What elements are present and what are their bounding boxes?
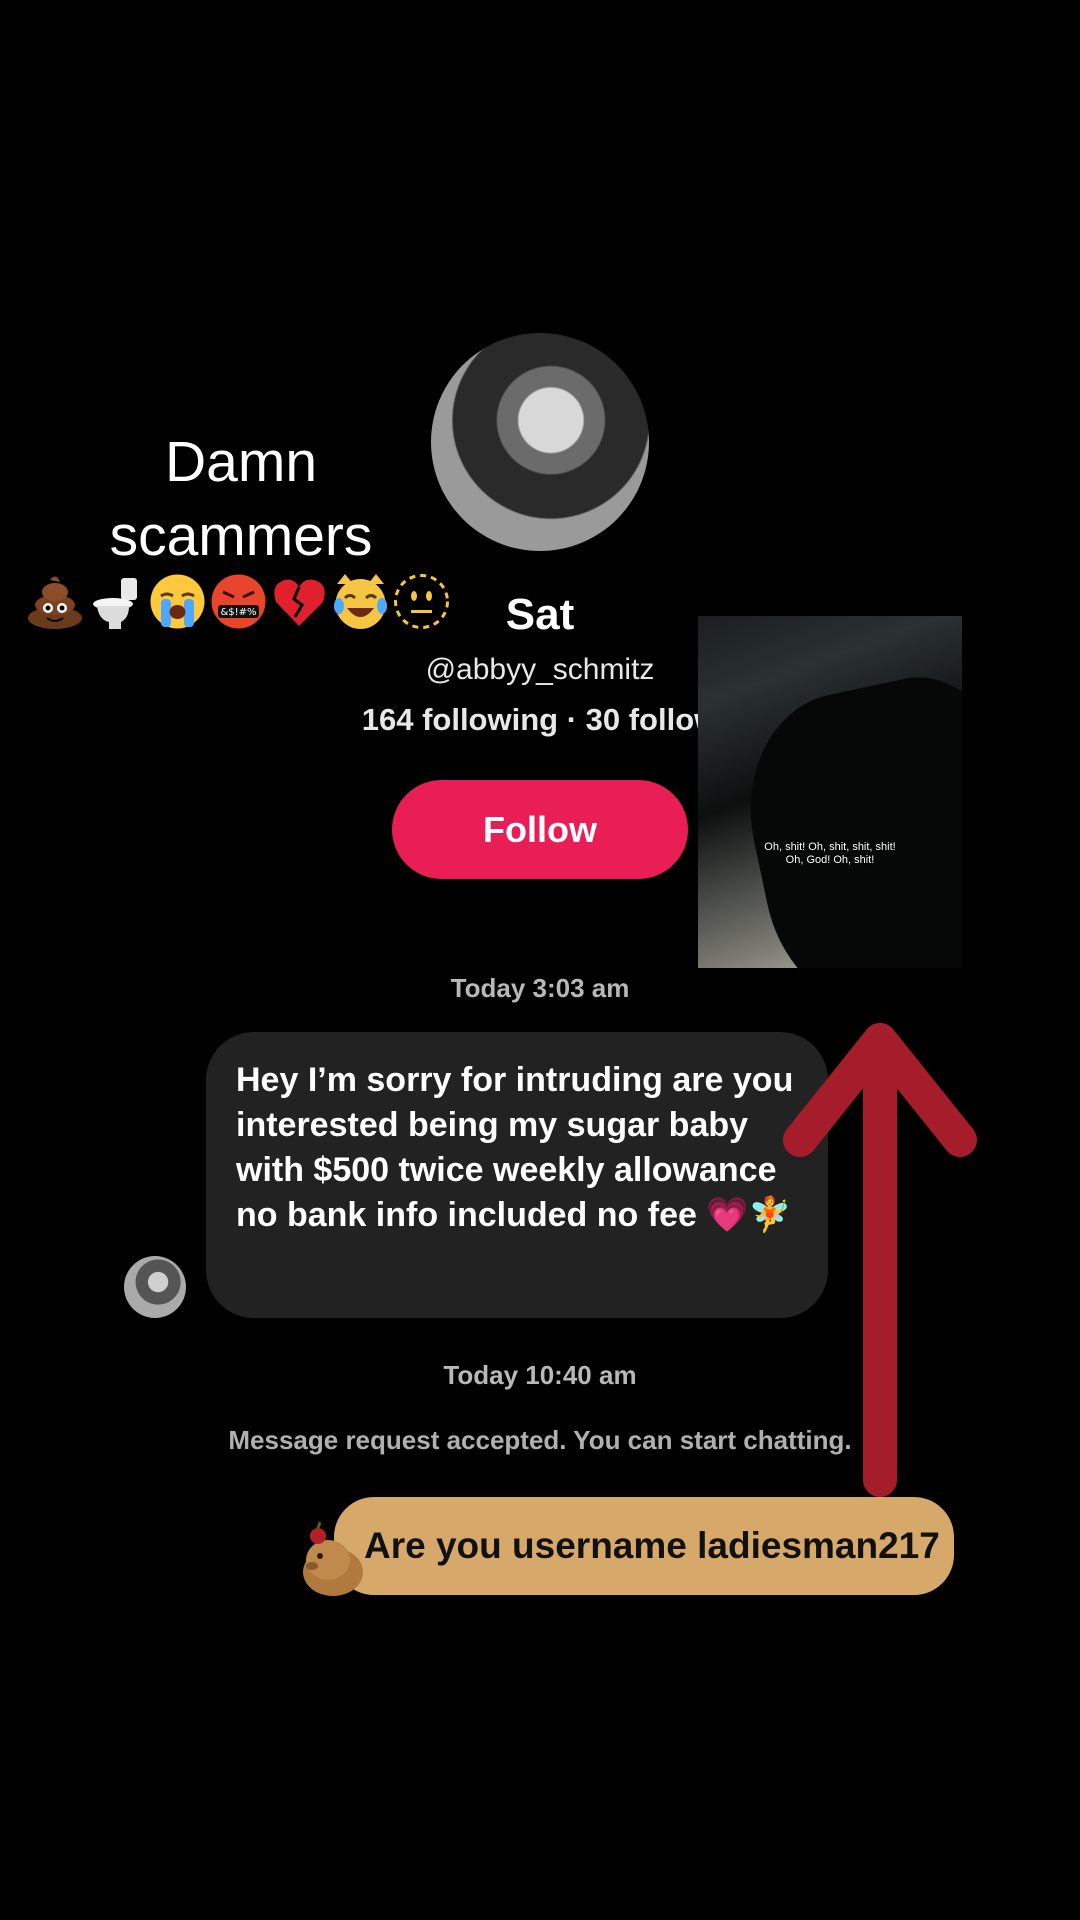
timestamp: Today 3:03 am <box>450 973 630 1003</box>
video-subtitle: Oh, shit! Oh, shit, shit, shit! Oh, God!… <box>698 841 962 867</box>
message-emojis: 💗🧚 <box>706 1196 792 1234</box>
profile-avatar[interactable] <box>431 333 649 551</box>
sender-avatar[interactable] <box>124 1256 186 1318</box>
video-overlay[interactable]: Oh, shit! Oh, shit, shit, shit! Oh, God!… <box>698 616 962 968</box>
capybara-icon <box>298 1520 368 1600</box>
subtitle-line: Oh, God! Oh, shit! <box>785 854 875 866</box>
incoming-message-bubble[interactable]: Hey I’m sorry for intruding are you inte… <box>206 1032 828 1318</box>
reply-bubble[interactable]: Are you username ladiesman217 <box>334 1497 954 1595</box>
arrow-up-icon <box>780 1020 980 1500</box>
reply-text: Are you username ladiesman217 <box>364 1525 940 1566</box>
caption-text: Damn scammers <box>109 430 373 568</box>
video-frame-shape <box>727 662 962 968</box>
subtitle-line: Oh, shit! Oh, shit, shit, shit! <box>764 841 896 853</box>
follow-button[interactable]: Follow <box>392 780 688 879</box>
